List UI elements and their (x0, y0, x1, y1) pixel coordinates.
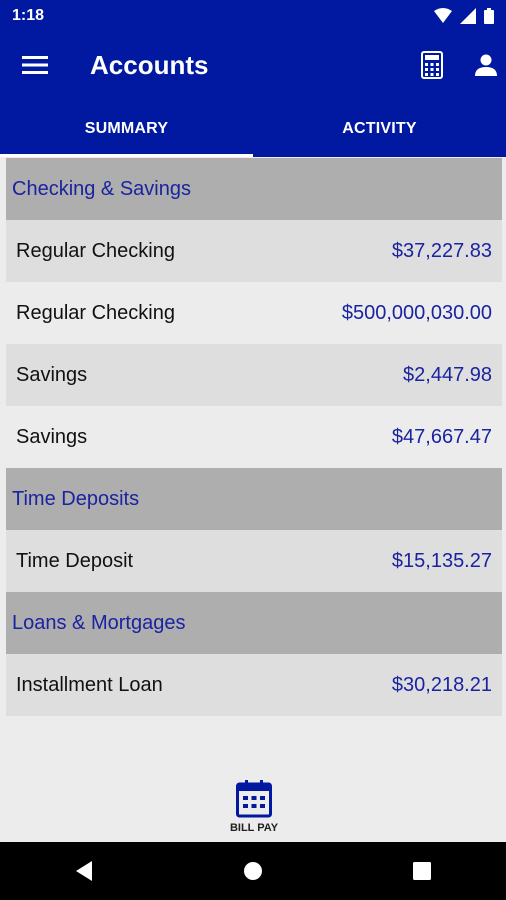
account-row[interactable]: Savings $2,447.98 (6, 344, 502, 406)
status-icons (434, 8, 494, 24)
back-button[interactable] (54, 851, 114, 891)
account-row[interactable]: Savings $47,667.47 (6, 406, 502, 468)
hamburger-menu-icon (22, 56, 48, 74)
account-name: Regular Checking (16, 301, 175, 324)
menu-button[interactable] (18, 50, 52, 80)
calendar-icon (236, 780, 272, 818)
account-row[interactable]: Regular Checking $500,000,030.00 (6, 282, 502, 344)
status-bar: 1:18 (0, 0, 506, 32)
recents-square-icon (412, 862, 431, 880)
accounts-list: Checking & Savings Regular Checking $37,… (6, 158, 502, 716)
bill-pay-button[interactable]: BILL PAY (218, 780, 290, 842)
calculator-button[interactable] (416, 48, 448, 82)
home-circle-icon (243, 862, 262, 880)
account-balance: $30,218.21 (391, 673, 492, 696)
recents-button[interactable] (392, 851, 452, 891)
account-name: Savings (16, 363, 88, 386)
account-row[interactable]: Installment Loan $30,218.21 (6, 654, 502, 716)
app-bar: Accounts (0, 32, 506, 100)
section-header-time-deposits: Time Deposits (6, 468, 502, 530)
account-balance: $2,447.98 (403, 363, 492, 386)
account-name: Regular Checking (16, 239, 175, 262)
tab-activity[interactable]: ACTIVITY (253, 100, 506, 157)
tab-bar: SUMMARY ACTIVITY (0, 100, 506, 157)
signal-icon (460, 8, 476, 24)
account-row[interactable]: Time Deposit $15,135.27 (6, 530, 502, 592)
tab-summary[interactable]: SUMMARY (0, 100, 253, 157)
bill-pay-label: BILL PAY (229, 822, 279, 834)
calculator-icon (421, 51, 443, 79)
account-row[interactable]: Regular Checking $37,227.83 (6, 220, 502, 282)
person-icon (475, 54, 497, 76)
section-header-loans-mortgages: Loans & Mortgages (6, 592, 502, 654)
account-balance: $47,667.47 (391, 425, 492, 448)
system-nav-bar (0, 842, 506, 900)
home-button[interactable] (223, 851, 283, 891)
section-header-checking-savings: Checking & Savings (6, 158, 502, 220)
battery-icon (484, 8, 494, 24)
account-balance: $15,135.27 (391, 549, 492, 572)
account-name: Installment Loan (16, 673, 163, 696)
account-name: Time Deposit (16, 549, 134, 572)
status-time: 1:18 (12, 7, 45, 24)
account-balance: $500,000,030.00 (341, 301, 492, 324)
account-balance: $37,227.83 (391, 239, 492, 262)
profile-button[interactable] (470, 48, 502, 82)
page-title: Accounts (90, 50, 209, 80)
wifi-icon (434, 8, 452, 23)
account-name: Savings (16, 425, 88, 448)
back-triangle-icon (76, 861, 93, 881)
